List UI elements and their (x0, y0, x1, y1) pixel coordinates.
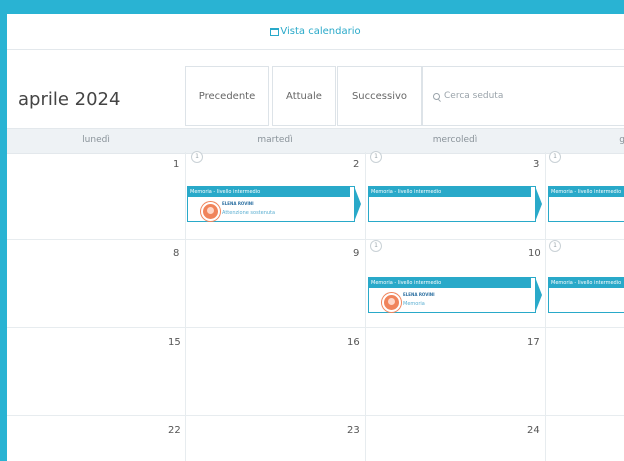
session-event[interactable]: Memoria - livello intermedio ELENA ROVIN… (368, 277, 542, 313)
patient-name: ELENA ROVINI (403, 292, 435, 297)
day-number: 24 (527, 425, 540, 436)
event-arrow (535, 186, 542, 222)
day-number: 15 (168, 337, 181, 348)
day-number: 9 (353, 248, 360, 259)
search-input[interactable]: Cerca seduta (422, 66, 624, 126)
session-event[interactable]: Memoria - livello intermedio (548, 186, 624, 222)
month-title: aprile 2024 (18, 89, 121, 110)
weekday-wednesday: mercoledì (432, 135, 478, 145)
session-count-badge[interactable]: 1 (370, 240, 382, 252)
app-window: Vista calendario aprile 2024 Precedente … (7, 14, 624, 461)
calendar-view-label: Vista calendario (280, 26, 361, 37)
previous-button[interactable]: Precedente (185, 66, 269, 126)
event-title: Memoria - livello intermedio (369, 187, 531, 197)
weekday-tuesday: martedì (257, 135, 293, 145)
patient-name: ELENA ROVINI (222, 201, 254, 206)
session-topic: Attenzione sostenuta (222, 210, 276, 216)
session-topic: Memoria (403, 301, 425, 307)
avatar (201, 202, 220, 221)
avatar (382, 293, 401, 312)
day-number: 3 (533, 159, 540, 170)
next-button[interactable]: Successivo (337, 66, 422, 126)
weekday-thursday: g (619, 135, 624, 145)
current-button[interactable]: Attuale (272, 66, 336, 126)
search-placeholder: Cerca seduta (444, 91, 504, 101)
grid-divider (7, 239, 624, 240)
day-number: 2 (353, 159, 360, 170)
session-event[interactable]: Memoria - livello intermedio (368, 186, 542, 222)
weekday-monday: lunedì (82, 135, 110, 145)
day-number: 10 (528, 248, 541, 259)
event-arrow (354, 186, 361, 222)
session-event[interactable]: Memoria - livello intermedio ELENA ROVIN… (187, 186, 361, 222)
day-number: 8 (173, 248, 180, 259)
session-count-badge[interactable]: 1 (191, 151, 203, 163)
event-title: Memoria - livello intermedio (549, 278, 624, 288)
day-number: 16 (347, 337, 360, 348)
grid-divider (7, 327, 624, 328)
day-number: 23 (347, 425, 360, 436)
weekday-header: lunedì martedì mercoledì g (7, 128, 624, 154)
grid-divider (7, 415, 624, 416)
calendar-view-tab[interactable]: Vista calendario (7, 14, 624, 50)
day-number: 17 (527, 337, 540, 348)
event-arrow (535, 277, 542, 313)
calendar-icon (270, 27, 280, 36)
event-title: Memoria - livello intermedio (188, 187, 350, 197)
session-count-badge[interactable]: 1 (549, 151, 561, 163)
day-number: 22 (168, 425, 181, 436)
event-title: Memoria - livello intermedio (549, 187, 624, 197)
day-number: 1 (173, 159, 180, 170)
session-count-badge[interactable]: 1 (370, 151, 382, 163)
event-title: Memoria - livello intermedio (369, 278, 531, 288)
search-icon (433, 92, 440, 100)
session-count-badge[interactable]: 1 (549, 240, 561, 252)
session-event[interactable]: Memoria - livello intermedio (548, 277, 624, 313)
